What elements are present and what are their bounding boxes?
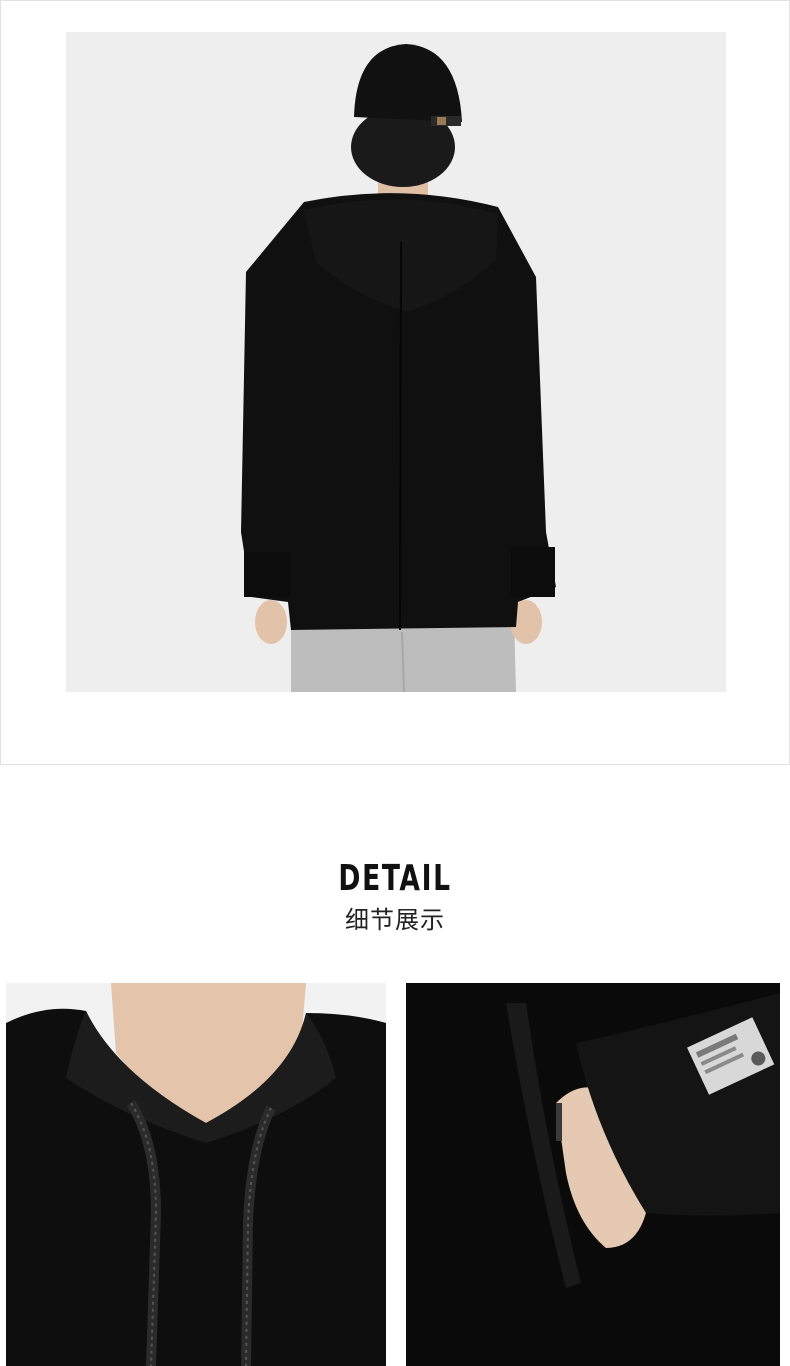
detail-section-heading: DETAIL 细节展示 xyxy=(0,855,790,935)
model-back-illustration xyxy=(66,32,726,692)
main-photo-frame xyxy=(0,0,790,765)
main-product-photo xyxy=(66,32,726,692)
detail-title-en: DETAIL xyxy=(338,858,452,899)
pocket-sleeve-illustration xyxy=(406,983,780,1366)
detail-photo-pocket xyxy=(406,983,780,1366)
detail-photo-hood xyxy=(6,983,386,1366)
detail-title-cn: 细节展示 xyxy=(345,906,445,934)
hood-neckline-illustration xyxy=(6,983,386,1366)
